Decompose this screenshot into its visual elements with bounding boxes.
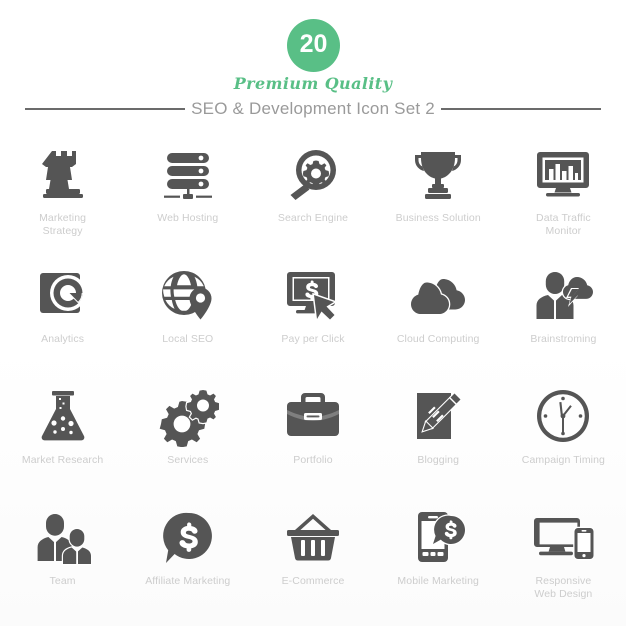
icon-caption-line1: E-Commerce bbox=[281, 575, 345, 587]
magnifier-gear-icon bbox=[282, 143, 344, 205]
icon-cell-chess-rook[interactable]: Marketing Strategy bbox=[0, 132, 125, 253]
donut-chart-icon bbox=[32, 264, 94, 326]
icon-caption: Affiliate Marketing bbox=[136, 575, 240, 588]
icon-cell-pen-paper[interactable]: Blogging bbox=[376, 374, 501, 495]
trophy-icon bbox=[407, 143, 469, 205]
icon-cell-globe-pin[interactable]: Local SEO bbox=[125, 253, 250, 374]
icon-caption-line1: Brainstroming bbox=[530, 333, 597, 345]
icon-cell-trophy[interactable]: Business Solution bbox=[376, 132, 501, 253]
icon-cell-clouds[interactable]: Cloud Computing bbox=[376, 253, 501, 374]
icon-caption-line1: Mobile Marketing bbox=[397, 575, 479, 587]
icon-caption: Blogging bbox=[386, 454, 490, 467]
icon-caption: Search Engine bbox=[261, 212, 365, 225]
flask-icon bbox=[32, 385, 94, 447]
icon-caption-line1: Responsive bbox=[535, 575, 592, 587]
icon-cell-donut-chart[interactable]: Analytics bbox=[0, 253, 125, 374]
speech-bubble-dollar-icon bbox=[157, 506, 219, 568]
poster-header: 20 Premium Quality SEO & Development Ico… bbox=[0, 0, 626, 128]
icon-cell-shopping-basket[interactable]: E-Commerce bbox=[250, 495, 375, 616]
chess-rook-icon bbox=[32, 143, 94, 205]
server-stack-icon bbox=[157, 143, 219, 205]
icon-cell-magnifier-gear[interactable]: Search Engine bbox=[250, 132, 375, 253]
title-bar: SEO & Development Icon Set 2 bbox=[0, 95, 626, 123]
shopping-basket-icon bbox=[282, 506, 344, 568]
premium-quality-tagline: Premium Quality bbox=[233, 74, 393, 93]
icon-cell-phone-dollar-bubble[interactable]: Mobile Marketing bbox=[376, 495, 501, 616]
icon-caption: Pay per Click bbox=[261, 333, 365, 346]
icon-cell-flask[interactable]: Market Research bbox=[0, 374, 125, 495]
icon-caption: Web Hosting bbox=[136, 212, 240, 225]
icon-cell-briefcase[interactable]: Portfolio bbox=[250, 374, 375, 495]
icon-caption-line1: Business Solution bbox=[395, 212, 481, 224]
icon-caption-line1: Web Hosting bbox=[157, 212, 219, 224]
icon-caption: Brainstroming bbox=[511, 333, 615, 346]
icon-cell-server-stack[interactable]: Web Hosting bbox=[125, 132, 250, 253]
icon-caption: E-Commerce bbox=[261, 575, 365, 588]
monitor-dollar-cursor-icon bbox=[282, 264, 344, 326]
gears-icon bbox=[157, 385, 219, 447]
count-badge: 20 bbox=[287, 19, 340, 72]
icon-cell-people-lightning-cloud[interactable]: Brainstroming bbox=[501, 253, 626, 374]
pen-paper-icon bbox=[407, 385, 469, 447]
icon-caption: Business Solution bbox=[386, 212, 490, 225]
icon-caption-line2: Strategy bbox=[42, 225, 83, 237]
people-group-icon bbox=[32, 506, 94, 568]
icon-cell-monitor-dollar-cursor[interactable]: Pay per Click bbox=[250, 253, 375, 374]
icon-cell-monitor-phone[interactable]: Responsive Web Design bbox=[501, 495, 626, 616]
page-title: SEO & Development Icon Set 2 bbox=[191, 99, 435, 118]
icon-caption-line1: Services bbox=[167, 454, 209, 466]
icon-caption-line1: Analytics bbox=[41, 333, 85, 345]
icon-cell-monitor-bar-chart[interactable]: Data Traffic Monitor bbox=[501, 132, 626, 253]
icon-cell-gears[interactable]: Services bbox=[125, 374, 250, 495]
icon-caption-line1: Team bbox=[49, 575, 76, 587]
icon-caption-line2: Monitor bbox=[545, 225, 582, 237]
people-lightning-cloud-icon bbox=[532, 264, 595, 326]
icon-caption-line1: Cloud Computing bbox=[396, 333, 480, 345]
monitor-bar-chart-icon bbox=[532, 143, 594, 205]
briefcase-icon bbox=[282, 385, 344, 447]
icon-caption-line1: Pay per Click bbox=[281, 333, 345, 345]
icon-caption-line1: Search Engine bbox=[277, 212, 349, 224]
icon-caption: Analytics bbox=[11, 333, 115, 346]
count-badge-number: 20 bbox=[299, 30, 328, 58]
clouds-icon bbox=[407, 264, 469, 326]
icon-caption-line1: Portfolio bbox=[293, 454, 333, 466]
icon-caption-line1: Campaign Timing bbox=[521, 454, 605, 466]
icon-caption: Team bbox=[11, 575, 115, 588]
icon-cell-people-group[interactable]: Team bbox=[0, 495, 125, 616]
icon-caption-line1: Market Research bbox=[21, 454, 104, 466]
icon-caption-line1: Affiliate Marketing bbox=[145, 575, 231, 587]
icon-caption: Marketing Strategy bbox=[11, 212, 115, 238]
icon-grid: Marketing Strategy Web Hosting Search Eng… bbox=[0, 132, 626, 616]
icon-caption: Portfolio bbox=[261, 454, 365, 467]
icon-cell-clock[interactable]: Campaign Timing bbox=[501, 374, 626, 495]
globe-pin-icon bbox=[157, 264, 219, 326]
monitor-phone-icon bbox=[532, 506, 595, 568]
clock-icon bbox=[532, 385, 594, 447]
icon-caption: Market Research bbox=[11, 454, 115, 467]
icon-caption: Services bbox=[136, 454, 240, 467]
icon-caption-line2: Web Design bbox=[534, 588, 593, 600]
icon-caption: Cloud Computing bbox=[386, 333, 490, 346]
icon-caption: Campaign Timing bbox=[511, 454, 615, 467]
icon-caption: Responsive Web Design bbox=[511, 575, 615, 601]
icon-caption-line1: Data Traffic bbox=[536, 212, 591, 224]
icon-caption: Local SEO bbox=[136, 333, 240, 346]
icon-caption: Data Traffic Monitor bbox=[511, 212, 615, 238]
icon-caption-line1: Blogging bbox=[417, 454, 460, 466]
icon-cell-speech-bubble-dollar[interactable]: Affiliate Marketing bbox=[125, 495, 250, 616]
icon-caption-line1: Marketing bbox=[39, 212, 87, 224]
icon-caption-line1: Local SEO bbox=[162, 333, 214, 345]
icon-caption: Mobile Marketing bbox=[386, 575, 490, 588]
phone-dollar-bubble-icon bbox=[407, 506, 469, 568]
